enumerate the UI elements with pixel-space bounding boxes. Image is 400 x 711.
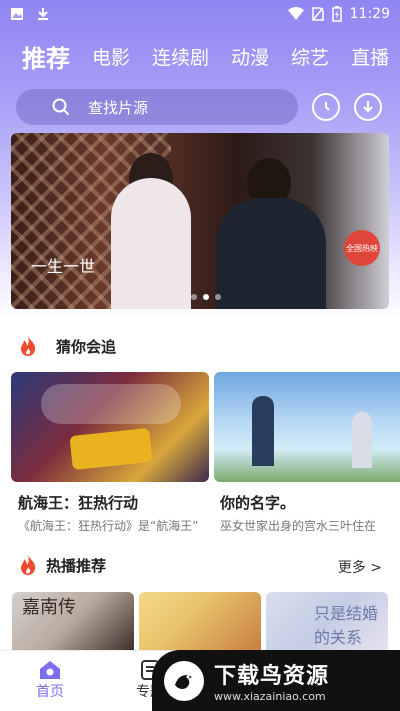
carousel-dots: [191, 294, 221, 300]
more-link[interactable]: 更多 >: [338, 557, 382, 577]
card-art-decoration: [41, 384, 181, 424]
battery-charging-icon: [331, 6, 342, 22]
flame-icon: [21, 336, 36, 356]
card-logo: [69, 427, 153, 471]
card-your-name[interactable]: [214, 372, 400, 482]
tab-anime[interactable]: 动漫: [231, 43, 269, 70]
banner-actress: [111, 178, 191, 309]
tab-movies[interactable]: 电影: [92, 43, 130, 70]
banner-actor: [216, 198, 326, 309]
watermark: 下载鸟资源 www.xiazainiao.com: [152, 650, 400, 711]
banner-calligraphy-title: 一生一世: [31, 257, 96, 276]
thumb-item[interactable]: 嘉南传: [12, 592, 134, 650]
guess-section-header: 猜你会追: [18, 335, 116, 357]
search-placeholder: 查找片源: [88, 98, 149, 117]
card-description: 《航海王：狂热行动》是“航海王”: [18, 519, 199, 533]
search-icon: [52, 98, 70, 116]
tab-variety[interactable]: 综艺: [291, 43, 329, 70]
nav-home[interactable]: 首页: [0, 651, 100, 701]
status-time: 11:29: [349, 6, 390, 22]
card-title[interactable]: 航海王：狂热行动: [18, 492, 138, 513]
banner-badge: 全国热映: [344, 230, 380, 266]
wifi-icon: [287, 7, 304, 20]
tab-live[interactable]: 直播: [351, 43, 389, 70]
carousel-dot-active[interactable]: [203, 294, 209, 300]
carousel-dot[interactable]: [215, 294, 221, 300]
search-row: 查找片源: [16, 89, 400, 125]
hot-section-header: 热播推荐: [18, 554, 106, 576]
download-icon: [38, 8, 48, 20]
thumb-item[interactable]: [139, 592, 261, 650]
download-button[interactable]: [354, 93, 382, 121]
tab-recommend[interactable]: 推荐: [22, 39, 70, 74]
card-description: 巫女世家出身的宫水三叶住在: [220, 519, 377, 533]
thumb-title-art: 嘉南传: [22, 597, 76, 618]
section-title: 猜你会追: [56, 337, 117, 356]
history-button[interactable]: [312, 93, 340, 121]
nav-home-label: 首页: [36, 684, 64, 700]
thumb-item[interactable]: 只是结婚的关系: [266, 592, 388, 650]
watermark-title: 下载鸟资源: [214, 664, 330, 689]
thumb-title-art: 只是结婚的关系: [314, 604, 379, 647]
card-figure: [352, 412, 372, 468]
banner-carousel[interactable]: 一生一世 全国热映: [11, 133, 389, 309]
category-tabs: 推荐 电影 连续剧 动漫 综艺 直播: [0, 36, 400, 76]
status-bar: 11:29: [0, 0, 400, 28]
watermark-url: www.xiazainiao.com: [214, 690, 326, 703]
clock-icon: [325, 102, 330, 111]
section-title: 热播推荐: [46, 556, 107, 575]
card-figure: [252, 396, 274, 466]
home-icon: [40, 661, 60, 679]
card-title[interactable]: 你的名字。: [220, 492, 295, 513]
image-icon: [11, 8, 23, 20]
flame-icon: [21, 555, 36, 575]
download-arrow-icon: [363, 101, 373, 113]
no-sim-icon: [311, 7, 324, 21]
tab-series[interactable]: 连续剧: [152, 43, 209, 70]
search-input[interactable]: 查找片源: [16, 89, 298, 125]
carousel-dot[interactable]: [191, 294, 197, 300]
card-one-piece[interactable]: [11, 372, 209, 482]
bird-logo-icon: [175, 674, 192, 689]
watermark-logo: [164, 660, 204, 701]
